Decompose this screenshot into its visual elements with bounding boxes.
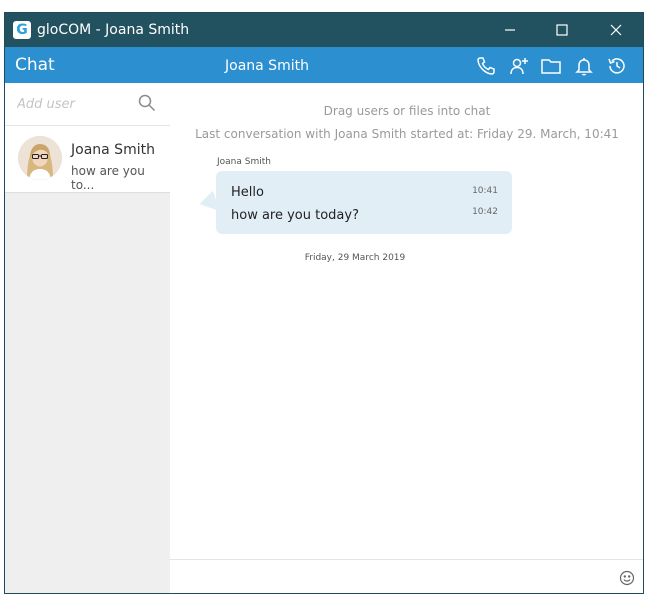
call-button[interactable] <box>475 55 497 77</box>
contact-list-item[interactable]: Joana Smith how are you to... <box>5 126 170 193</box>
contacts-sidebar: Joana Smith how are you to... <box>5 83 170 593</box>
folder-icon <box>541 59 561 74</box>
window-title: gloCOM - Joana Smith <box>37 22 190 38</box>
drop-hint: Drag users or files into chat <box>323 104 491 118</box>
chat-header: Chat Joana Smith <box>5 47 643 83</box>
message-time: 10:42 <box>472 207 498 217</box>
active-contact-name[interactable]: Joana Smith <box>225 58 309 74</box>
contact-name: Joana Smith <box>71 142 155 158</box>
close-button[interactable] <box>593 13 639 47</box>
minimize-button[interactable] <box>487 13 533 47</box>
add-participant-button[interactable] <box>508 55 530 77</box>
bell-icon <box>575 58 593 76</box>
history-button[interactable] <box>606 55 628 77</box>
notifications-button[interactable] <box>573 55 595 77</box>
emoji-icon <box>619 570 635 586</box>
title-bar[interactable]: G gloCOM - Joana Smith <box>5 13 643 47</box>
message-text: how are you today? <box>231 208 359 223</box>
add-user-icon <box>510 58 528 75</box>
message-bubble: Hello 10:41 how are you today? 10:42 <box>216 171 512 234</box>
search-icon <box>138 94 156 112</box>
chat-panel: Drag users or files into chat Last conve… <box>170 83 643 593</box>
phone-icon <box>477 57 495 75</box>
emoji-button[interactable] <box>619 570 635 586</box>
add-user-input[interactable] <box>15 91 129 117</box>
files-button[interactable] <box>540 55 562 77</box>
section-title: Chat <box>15 55 55 75</box>
conversation-start-info: Last conversation with Joana Smith start… <box>195 127 619 141</box>
message-time: 10:41 <box>472 186 498 196</box>
message-sender: Joana Smith <box>217 157 271 167</box>
add-user-search <box>5 83 170 126</box>
message-composer[interactable] <box>170 559 643 593</box>
maximize-icon <box>556 24 568 36</box>
maximize-button[interactable] <box>539 13 585 47</box>
contact-avatar <box>18 136 62 180</box>
history-icon <box>608 58 625 74</box>
minimize-icon <box>505 29 515 31</box>
close-icon <box>610 24 622 36</box>
contact-last-message: how are you to... <box>71 164 145 192</box>
app-window: G gloCOM - Joana Smith Chat Joana Smith <box>4 12 644 594</box>
message-text: Hello <box>231 185 264 200</box>
search-button[interactable] <box>138 94 156 112</box>
date-separator: Friday, 29 March 2019 <box>304 253 406 263</box>
app-logo-icon: G <box>13 21 31 39</box>
